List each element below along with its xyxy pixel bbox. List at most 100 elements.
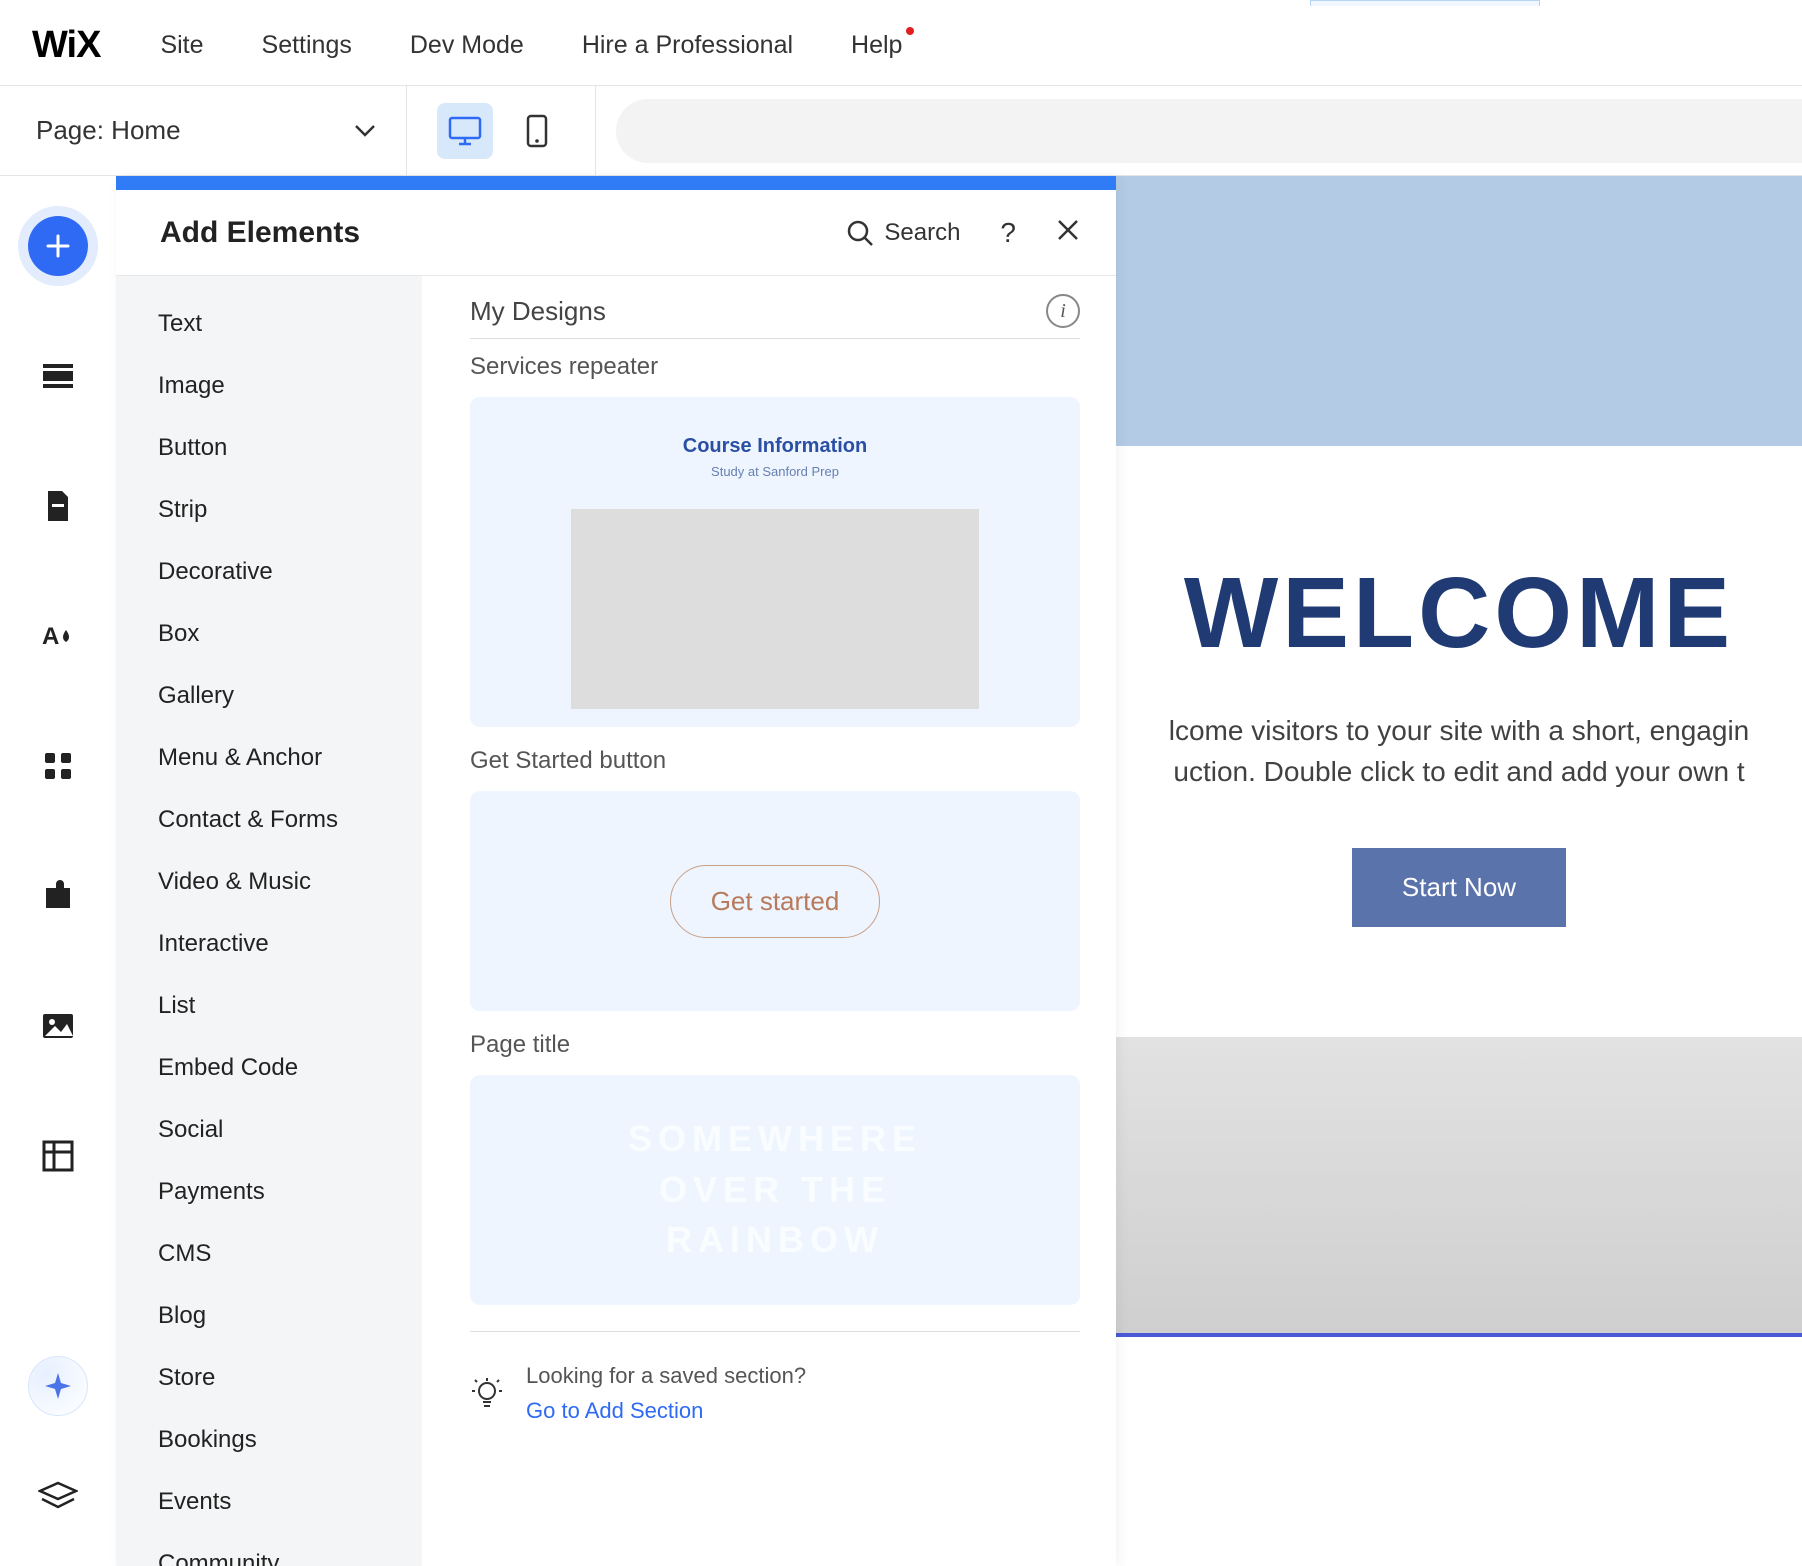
mobile-view-button[interactable] (509, 103, 565, 159)
apps-button[interactable] (28, 736, 88, 796)
search-label: Search (884, 219, 960, 247)
designs-info-button[interactable]: i (1046, 294, 1080, 328)
page-dropdown-label: Page: Home (36, 115, 181, 146)
add-elements-button[interactable] (28, 216, 88, 276)
design-item-get-started-button[interactable]: Get started (470, 791, 1080, 1011)
category-text[interactable]: Text (158, 304, 422, 344)
category-social[interactable]: Social (158, 1110, 422, 1150)
card-thumbnail-grid (571, 509, 979, 709)
panel-search[interactable]: Search (846, 219, 960, 247)
cms-button[interactable] (28, 1126, 88, 1186)
category-blog[interactable]: Blog (158, 1296, 422, 1336)
design-item-page-title[interactable]: SOMEWHEREOVER THERAINBOW (470, 1075, 1080, 1305)
design-item-label: Get Started button (470, 747, 1080, 775)
tip-text: Looking for a saved section? (526, 1358, 806, 1393)
category-bookings[interactable]: Bookings (158, 1420, 422, 1460)
design-item-label: Page title (470, 1031, 1080, 1059)
panel-close-button[interactable] (1056, 218, 1080, 247)
category-payments[interactable]: Payments (158, 1172, 422, 1212)
topnav-settings[interactable]: Settings (262, 31, 352, 60)
category-image[interactable]: Image (158, 366, 422, 406)
lightbulb-icon (470, 1358, 504, 1428)
section-image-placeholder (1116, 1037, 1802, 1337)
panel-title: Add Elements (160, 216, 360, 250)
sections-icon (41, 363, 75, 389)
section-spacer (1116, 1337, 1802, 1457)
chevron-down-icon (354, 124, 376, 138)
topnav-help[interactable]: Help (851, 31, 902, 60)
category-community[interactable]: Community (158, 1544, 422, 1566)
panel-header: Add Elements Search ? (116, 190, 1116, 276)
apps-grid-icon (43, 751, 73, 781)
category-gallery[interactable]: Gallery (158, 676, 422, 716)
image-icon (41, 1012, 75, 1040)
welcome-paragraph[interactable]: lcome visitors to your site with a short… (1116, 711, 1802, 792)
designs-heading: My Designs (470, 296, 606, 327)
desktop-icon (448, 116, 482, 146)
topnav-dev-mode[interactable]: Dev Mode (410, 31, 524, 60)
info-icon: i (1060, 300, 1066, 323)
category-button[interactable]: Button (158, 428, 422, 468)
top-bar: WiX Site Settings Dev Mode Hire a Profes… (0, 6, 1802, 86)
device-switcher (407, 103, 595, 159)
category-strip[interactable]: Strip (158, 490, 422, 530)
notification-dot-icon (906, 27, 914, 35)
plus-icon (45, 233, 71, 259)
sparkle-icon (43, 1371, 73, 1401)
category-decorative[interactable]: Decorative (158, 552, 422, 592)
category-list: Text Image Button Strip Decorative Box G… (116, 276, 422, 1566)
category-embed-code[interactable]: Embed Code (158, 1048, 422, 1088)
hero-image-placeholder (1116, 176, 1802, 446)
design-button[interactable]: A (28, 606, 88, 666)
ai-assistant-button[interactable] (28, 1356, 88, 1416)
category-menu-anchor[interactable]: Menu & Anchor (158, 738, 422, 778)
my-designs-pane: My Designs i Services repeater Course In… (422, 276, 1116, 1566)
title-text: SOMEWHEREOVER THERAINBOW (628, 1114, 922, 1265)
welcome-section: WELCOME lcome visitors to your site with… (1116, 446, 1802, 927)
wix-logo[interactable]: WiX (32, 24, 100, 67)
category-events[interactable]: Events (158, 1482, 422, 1522)
top-nav: Site Settings Dev Mode Hire a Profession… (160, 31, 902, 60)
category-list[interactable]: List (158, 986, 422, 1026)
category-video-music[interactable]: Video & Music (158, 862, 422, 902)
design-item-label: Services repeater (470, 353, 1080, 381)
topnav-site[interactable]: Site (160, 31, 203, 60)
puzzle-icon (42, 880, 74, 912)
welcome-heading[interactable]: WELCOME (1116, 556, 1802, 671)
card-title: Course Information (683, 435, 867, 458)
app-market-button[interactable] (28, 866, 88, 926)
paint-drop-icon: A (42, 620, 74, 652)
secondary-bar: Page: Home (0, 86, 1802, 176)
panel-accent-bar (116, 176, 1116, 190)
get-started-pill: Get started (670, 865, 881, 938)
close-icon (1056, 218, 1080, 242)
url-bar[interactable] (616, 99, 1802, 163)
svg-text:A: A (42, 623, 59, 650)
start-now-button[interactable]: Start Now (1352, 848, 1566, 927)
divider (595, 86, 596, 176)
go-to-add-section-link[interactable]: Go to Add Section (526, 1393, 806, 1428)
panel-help-button[interactable]: ? (1000, 217, 1016, 249)
category-box[interactable]: Box (158, 614, 422, 654)
site-canvas[interactable]: WELCOME lcome visitors to your site with… (1116, 176, 1802, 1566)
category-contact-forms[interactable]: Contact & Forms (158, 800, 422, 840)
page-dropdown[interactable]: Page: Home (36, 115, 406, 146)
layers-icon (38, 1481, 78, 1511)
mobile-icon (526, 114, 548, 148)
media-button[interactable] (28, 996, 88, 1056)
divider (470, 1331, 1080, 1332)
page-icon (44, 489, 72, 523)
design-item-services-repeater[interactable]: Course Information Study at Sanford Prep (470, 397, 1080, 727)
pages-button[interactable] (28, 476, 88, 536)
category-store[interactable]: Store (158, 1358, 422, 1398)
card-subtitle: Study at Sanford Prep (711, 464, 839, 479)
search-icon (846, 219, 874, 247)
category-cms[interactable]: CMS (158, 1234, 422, 1274)
topnav-hire-professional[interactable]: Hire a Professional (582, 31, 793, 60)
desktop-view-button[interactable] (437, 103, 493, 159)
topnav-help-label: Help (851, 31, 902, 59)
layers-button[interactable] (38, 1481, 78, 1516)
table-icon (42, 1140, 74, 1172)
sections-button[interactable] (28, 346, 88, 406)
category-interactive[interactable]: Interactive (158, 924, 422, 964)
